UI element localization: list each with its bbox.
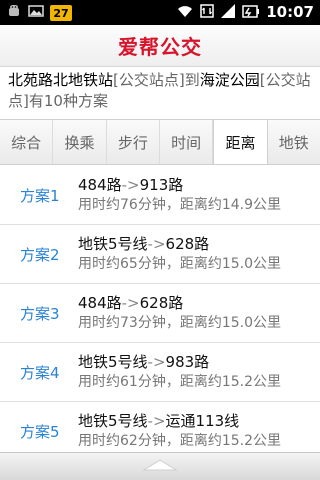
route-segment-b: 运通113线 [165,412,240,430]
status-bar: 27 10:07 [0,0,320,25]
travel-time: 61分钟 [120,374,166,390]
plan-label: 方案4 [20,363,60,382]
plan-info: 用时约61分钟，距离约15.2公里 [78,373,320,392]
route-segment-a: 地铁5号线 [78,353,148,371]
image-icon [28,3,44,23]
arrow: -> [121,294,140,312]
time-prefix: 用时约 [78,197,120,213]
plan-label: 方案1 [20,186,60,205]
route-segment-b: 913路 [139,176,184,194]
plan-item-1[interactable]: 方案1 484路->913路 用时约76分钟，距离约14.9公里 [0,166,320,225]
distance-prefix: ，距离约 [165,315,222,331]
tab-distance[interactable]: 距离 [213,120,268,164]
route-summary: 有10种方案 [28,92,108,110]
app-title: 爱帮公交 [118,35,202,59]
route-segment-b: 983路 [165,353,210,371]
time-prefix: 用时约 [78,315,120,331]
chevron-up-icon[interactable] [142,457,178,476]
plan-label: 方案5 [20,422,60,441]
tab-time[interactable]: 时间 [159,120,214,164]
plan-info: 用时约73分钟，距离约15.0公里 [78,314,320,333]
arrow: -> [121,176,140,194]
route-from-tag: [公交站点] [113,71,185,89]
app-header: 爱帮公交 [0,25,320,67]
travel-distance: 15.2公里 [221,374,281,390]
bottom-bar [0,452,320,480]
plan-route: 地铁5号线->运通113线 [78,411,320,432]
mobile-data-icon [200,3,214,23]
status-time: 10:07 [266,3,314,21]
arrow: -> [147,412,166,430]
plan-route: 地铁5号线->628路 [78,234,320,255]
tab-subway[interactable]: 地铁 [267,120,320,164]
distance-prefix: ，距离约 [165,374,222,390]
wifi-icon [176,3,194,23]
plan-info: 用时约62分钟，距离约15.2公里 [78,432,320,451]
route-to-word: 到 [184,71,200,89]
plan-info: 用时约65分钟，距离约15.0公里 [78,255,320,274]
travel-distance: 15.2公里 [221,433,281,449]
travel-time: 62分钟 [120,433,166,449]
android-debug-icon [6,3,22,23]
battery-icon [242,3,260,23]
plan-label: 方案3 [20,304,60,323]
route-description: 北苑路北地铁站[公交站点]到海淀公园[公交站点]有10种方案 [8,70,314,112]
travel-distance: 15.0公里 [221,256,281,272]
time-prefix: 用时约 [78,256,120,272]
plan-list: 方案1 484路->913路 用时约76分钟，距离约14.9公里 方案2 地铁5… [0,166,320,461]
travel-distance: 14.9公里 [221,197,281,213]
route-segment-b: 628路 [139,294,184,312]
plan-route: 484路->628路 [78,293,320,314]
route-segment-a: 地铁5号线 [78,235,148,253]
route-segment-a: 484路 [78,294,122,312]
travel-time: 76分钟 [120,197,166,213]
distance-prefix: ，距离约 [165,256,222,272]
time-prefix: 用时约 [78,433,120,449]
notification-badge: 27 [50,5,72,21]
distance-prefix: ，距离约 [165,197,222,213]
route-from: 北苑路北地铁站 [8,71,114,89]
arrow: -> [147,235,166,253]
plan-item-3[interactable]: 方案3 484路->628路 用时约73分钟，距离约15.0公里 [0,284,320,343]
plan-route: 484路->913路 [78,175,320,196]
sort-tabs: 综合 换乘 步行 时间 距离 地铁 [0,119,320,165]
distance-prefix: ，距离约 [165,433,222,449]
arrow: -> [147,353,166,371]
tab-transfer[interactable]: 换乘 [53,120,107,164]
plan-info: 用时约76分钟，距离约14.9公里 [78,196,320,215]
plan-route: 地铁5号线->983路 [78,352,320,373]
travel-time: 73分钟 [120,315,166,331]
time-prefix: 用时约 [78,374,120,390]
route-segment-b: 628路 [165,235,210,253]
tab-comprehensive[interactable]: 综合 [0,120,54,164]
plan-item-2[interactable]: 方案2 地铁5号线->628路 用时约65分钟，距离约15.0公里 [0,225,320,284]
route-segment-a: 484路 [78,176,122,194]
travel-distance: 15.0公里 [221,315,281,331]
signal-icon [220,3,236,23]
plan-item-4[interactable]: 方案4 地铁5号线->983路 用时约61分钟，距离约15.2公里 [0,343,320,402]
plan-label: 方案2 [20,245,60,264]
tab-walking[interactable]: 步行 [106,120,160,164]
route-segment-a: 地铁5号线 [78,412,148,430]
travel-time: 65分钟 [120,256,166,272]
route-to: 海淀公园 [199,71,260,89]
